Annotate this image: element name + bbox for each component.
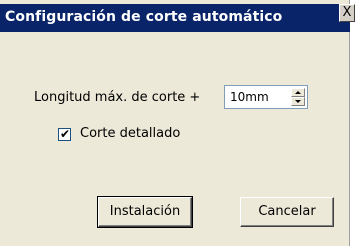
max-length-label: Longitud máx. de corte + [34, 90, 201, 105]
cancel-button[interactable]: Cancelar [240, 197, 334, 227]
spin-down-button[interactable] [291, 97, 305, 106]
checkmark-icon: ✔ [60, 127, 71, 141]
spin-buttons [291, 88, 305, 106]
detailed-cut-label[interactable]: Corte detallado [80, 126, 180, 141]
dialog-title: Configuración de corte automático [5, 9, 283, 25]
install-button[interactable]: Instalación [97, 196, 193, 228]
title-bar: Configuración de corte automático [0, 4, 350, 32]
arrow-down-icon [295, 100, 301, 103]
arrow-up-icon [295, 91, 301, 94]
auto-cut-dialog: Configuración de corte automático Longit… [0, 0, 350, 246]
spin-up-button[interactable] [291, 88, 305, 97]
max-length-spinbox[interactable] [224, 85, 308, 109]
detailed-cut-checkbox[interactable]: ✔ [58, 127, 71, 141]
close-button[interactable]: X [339, 4, 355, 22]
max-length-input[interactable] [225, 86, 285, 108]
